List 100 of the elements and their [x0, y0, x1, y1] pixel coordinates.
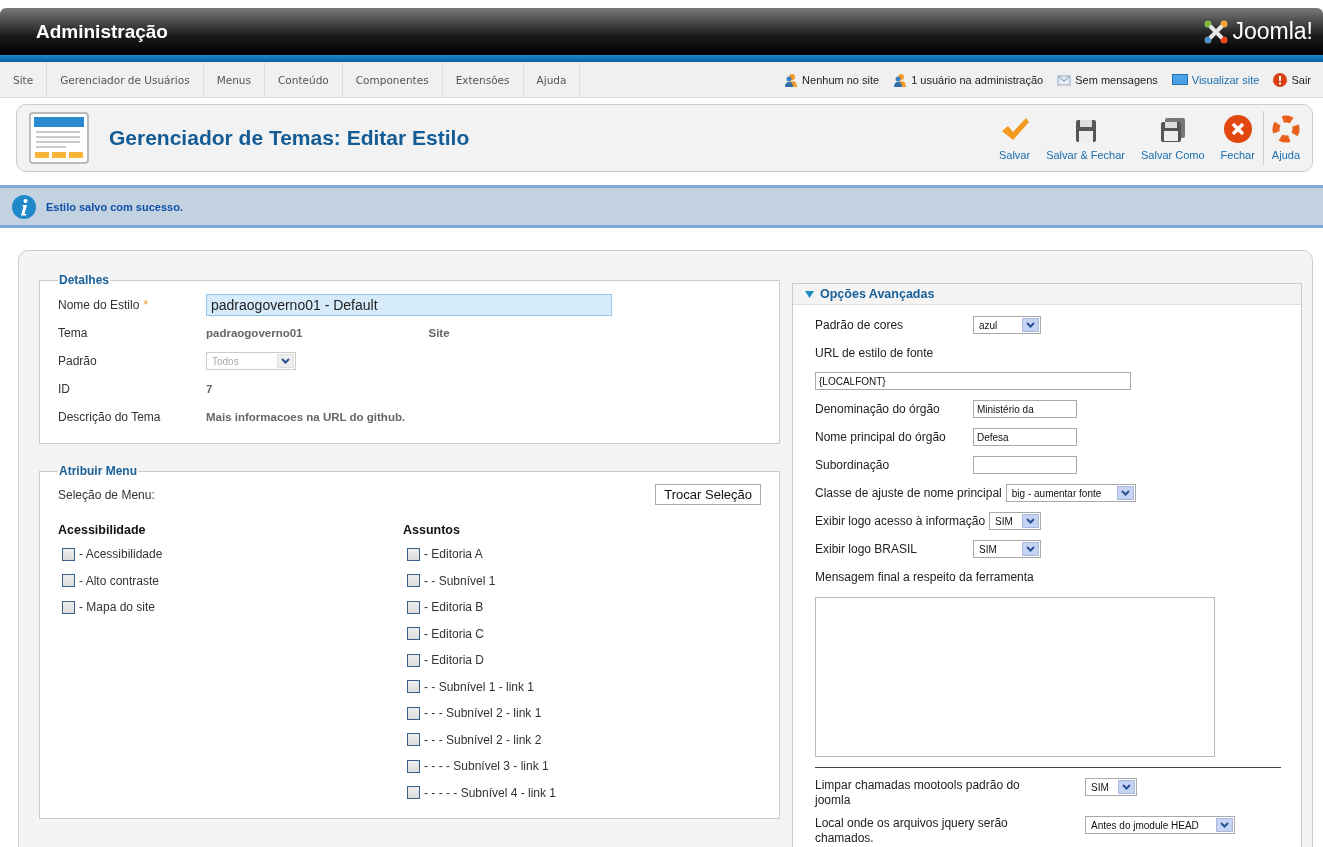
checkbox[interactable] — [407, 600, 420, 614]
dropdown[interactable]: Antes do jmodule HEAD — [1085, 816, 1235, 834]
menu-item[interactable]: Componentes — [342, 62, 443, 97]
checkbox[interactable] — [407, 574, 420, 588]
field-value: Site — [428, 327, 450, 339]
text-input[interactable]: Defesa — [973, 428, 1077, 446]
checkbox[interactable] — [407, 680, 420, 694]
advanced-options-header[interactable]: Opções Avançadas — [793, 284, 1301, 305]
users-icon — [893, 72, 908, 87]
checkbox-label: - - - - Subnível 3 - link 1 — [424, 759, 549, 774]
chevron-down-icon — [1122, 784, 1131, 790]
checkbox[interactable] — [407, 706, 420, 720]
screen-icon — [1171, 74, 1188, 85]
chevron-down-icon — [1220, 822, 1229, 828]
checkbox-label: - - Subnível 1 - link 1 — [424, 679, 535, 694]
envelope-icon — [1057, 73, 1072, 86]
template-icon — [29, 112, 89, 164]
field-label: Limpar chamadas mootools padrão do joomla — [815, 778, 1021, 808]
checkbox-label: - Editoria A — [424, 547, 483, 562]
field-label: Seleção de Menu: — [58, 487, 155, 502]
toolbar-button[interactable]: Ajuda — [1263, 105, 1308, 171]
field-label: URL de estilo de fonte — [815, 346, 934, 360]
field-label: ID — [58, 382, 71, 396]
power-icon — [1273, 72, 1288, 87]
checkbox[interactable] — [407, 759, 420, 773]
field-label: Classe de ajuste de nome principal — [815, 486, 1002, 500]
field-value: padraogoverno01 — [206, 327, 303, 339]
menu-item[interactable]: Site — [0, 62, 48, 97]
dropdown[interactable]: azul — [973, 316, 1041, 334]
field-value: 7 — [206, 383, 213, 395]
chevron-down-icon — [1120, 490, 1130, 496]
field-label: Mensagem final a respeito da ferramenta — [815, 570, 1034, 584]
field-label: Local onde os arquivos jquery serão chamados. — [815, 816, 1009, 846]
checkbox-label: - - - - - Subnível 4 - link 1 — [424, 785, 557, 800]
chevron-down-icon — [1026, 546, 1035, 552]
status-text: Nenhum no site — [802, 73, 880, 86]
field-label: Tema — [58, 326, 89, 340]
section-title: Atribuir Menu — [58, 464, 138, 478]
toolbar-button[interactable]: Fechar — [1212, 105, 1263, 171]
field-label: Exibir logo acesso à informação — [815, 514, 986, 528]
chevron-down-icon — [1026, 322, 1035, 328]
field-label: Nome principal do órgão — [815, 430, 947, 444]
checkbox-label: - - - Subnível 2 - link 2 — [424, 732, 542, 747]
status-text: 1 usuário na administração — [911, 73, 1044, 86]
app-title: Administração — [36, 20, 168, 43]
checkbox-label: - - Subnível 1 — [424, 573, 496, 588]
dropdown[interactable]: big - aumentar fonte — [1005, 484, 1136, 502]
checkbox-label: - Editoria C — [424, 626, 485, 641]
page-title: Gerenciador de Temas: Editar Estilo — [109, 126, 470, 150]
dropdown[interactable]: SIM — [989, 512, 1042, 530]
menu-item[interactable]: Extensões — [442, 62, 524, 97]
field-value: Mais informacoes na URL do github. — [206, 411, 406, 423]
logo-icon — [1203, 18, 1230, 45]
triangle-icon — [805, 290, 814, 298]
dropdown[interactable]: SIM — [973, 540, 1041, 558]
checkbox-label: - Editoria B — [424, 600, 484, 615]
checkbox-label: - Mapa do site — [79, 600, 156, 615]
menu-item[interactable]: Gerenciador de Usuários — [47, 62, 204, 97]
users-icon — [784, 72, 799, 87]
section-title: Detalhes — [58, 273, 111, 287]
dropdown[interactable]: SIM — [1085, 778, 1137, 796]
menu-item[interactable]: Conteúdo — [265, 62, 343, 97]
toolbar-button[interactable]: Salvar Como — [1133, 107, 1213, 171]
checkbox[interactable] — [62, 547, 75, 561]
group-title: Acessibilidade — [58, 523, 147, 537]
checkbox-label: - - - Subnível 2 - link 1 — [424, 706, 542, 721]
chevron-down-icon — [281, 358, 290, 364]
field-label: Exibir logo BRASIL — [815, 542, 919, 556]
menu-item[interactable]: Menus — [203, 62, 265, 97]
toolbar-button[interactable]: Salvar & Fechar — [1038, 109, 1134, 171]
checkbox[interactable] — [62, 600, 75, 614]
field-label: Nome do Estilo * — [58, 298, 150, 312]
text-input[interactable] — [973, 456, 1077, 474]
toolbar-button[interactable]: Salvar — [990, 107, 1039, 171]
field-label: Padrão de cores — [815, 318, 905, 332]
menu-item[interactable]: Ajuda — [523, 62, 581, 97]
field-label: Descrição do Tema — [58, 410, 162, 424]
field-label: Padrão — [58, 354, 98, 368]
checkbox[interactable] — [407, 627, 420, 641]
lifebuoy-icon — [1271, 115, 1300, 143]
toggle-selection-button[interactable]: Trocar Seleção — [655, 484, 761, 505]
floppy-disks-icon — [1159, 117, 1186, 143]
checkbox-label: - Editoria D — [424, 653, 485, 668]
checkbox[interactable] — [407, 733, 420, 747]
checkbox-label: - Acessibilidade — [79, 547, 163, 562]
status-text[interactable]: Visualizar site — [1191, 73, 1260, 86]
checkbox[interactable] — [407, 786, 420, 800]
checkbox-label: - Alto contraste — [79, 573, 160, 588]
close-icon — [1223, 115, 1252, 143]
status-text[interactable]: Sair — [1291, 73, 1311, 86]
checkbox[interactable] — [407, 547, 420, 561]
chevron-down-icon — [1026, 518, 1036, 524]
text-input[interactable]: {LOCALFONT} — [815, 372, 1131, 390]
info-icon — [12, 194, 36, 219]
field-label: Denominação do órgão — [815, 402, 941, 416]
checkbox[interactable] — [62, 574, 75, 588]
text-input[interactable]: padraogoverno01 - Default — [206, 294, 612, 316]
checkbox[interactable] — [407, 653, 420, 667]
text-input[interactable]: Ministério da — [973, 400, 1077, 418]
success-message: Estilo salvo com sucesso. — [46, 200, 183, 213]
